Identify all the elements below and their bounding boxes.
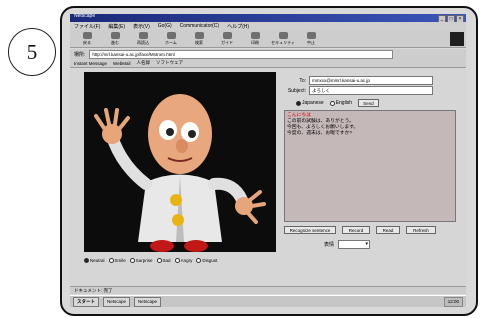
radio-dot-icon bbox=[84, 257, 89, 263]
menu-edit[interactable]: 編集(E) bbox=[108, 23, 125, 30]
forward-icon bbox=[110, 31, 120, 39]
expression-radio-group: Neutral Smile Surprise Sad Angry Disgust bbox=[84, 256, 284, 264]
face-animation-panel bbox=[84, 72, 276, 252]
to-label: To: bbox=[299, 77, 306, 84]
message-textarea[interactable]: こんにちは この前の試験は、ありがとう。 今回も、よろしくお願いします。 今度の… bbox=[284, 110, 456, 222]
guide-icon bbox=[222, 31, 232, 39]
to-row: To: mmxxx@mmrl.kansai-u.ac.jp bbox=[284, 76, 433, 85]
menu-view[interactable]: 表示(V) bbox=[133, 23, 150, 30]
window-titlebar: Netscape _ □ × bbox=[70, 13, 466, 23]
radio-angry[interactable]: Angry bbox=[174, 257, 192, 263]
recognize-sentence-button[interactable]: Recognize sentence bbox=[284, 226, 336, 234]
address-input[interactable]: http://mrl.kansai-u.ac.jp/face/Mstrom.ht… bbox=[89, 49, 394, 59]
link-software[interactable]: ソフトウェア bbox=[156, 60, 183, 66]
link-webmail[interactable]: WebMail bbox=[113, 61, 130, 66]
nav-toolbar: 戻る 進む 再読込 ホーム 検索 ガイド 印刷 セキュリティ 中止 bbox=[70, 30, 466, 48]
radio-dot-icon bbox=[329, 100, 335, 106]
home-button[interactable]: ホーム bbox=[164, 31, 178, 46]
radio-neutral[interactable]: Neutral bbox=[84, 257, 105, 263]
lock-icon bbox=[278, 31, 288, 39]
forward-button[interactable]: 進む bbox=[108, 31, 122, 46]
radio-japanese[interactable]: Japanese bbox=[296, 100, 324, 106]
screenshot-frame: Netscape _ □ × ファイル(F) 編集(E) 表示(V) Go(G)… bbox=[60, 6, 478, 316]
back-button[interactable]: 戻る bbox=[80, 31, 94, 46]
start-button[interactable]: スタート bbox=[73, 296, 99, 307]
search-button[interactable]: 検索 bbox=[192, 31, 206, 46]
security-button[interactable]: セキュリティ bbox=[271, 31, 295, 46]
step-number: 5 bbox=[8, 28, 56, 76]
radio-smile[interactable]: Smile bbox=[108, 257, 126, 263]
status-bar: ドキュメント: 完了 bbox=[70, 286, 466, 294]
expression-select[interactable]: ▾ bbox=[338, 240, 371, 249]
reload-icon bbox=[138, 31, 148, 39]
link-people[interactable]: 人名録 bbox=[136, 60, 150, 66]
print-icon bbox=[250, 31, 260, 39]
system-tray: 12:00 bbox=[443, 296, 463, 307]
message-line: 今度の、週末は、お暇ですか? bbox=[287, 131, 353, 136]
mail-form: To: mmxxx@mmrl.kansai-u.ac.jp Subject: よ… bbox=[284, 72, 456, 262]
browser-logo-icon bbox=[450, 32, 464, 46]
search-icon bbox=[194, 31, 204, 39]
task-netscape[interactable]: Netscape bbox=[103, 296, 131, 307]
radio-dot-icon bbox=[174, 257, 180, 263]
read-button[interactable]: Read bbox=[376, 226, 400, 234]
chevron-down-icon: ▾ bbox=[365, 241, 369, 247]
record-button[interactable]: Record bbox=[342, 226, 370, 234]
subject-label: Subject: bbox=[287, 87, 306, 94]
status-text: ドキュメント: 完了 bbox=[74, 287, 113, 293]
select-row: 表情 ▾ bbox=[324, 240, 371, 249]
radio-disgust[interactable]: Disgust bbox=[196, 257, 217, 263]
menu-file[interactable]: ファイル(F) bbox=[74, 23, 100, 30]
stop-button[interactable]: 中止 bbox=[304, 31, 318, 46]
radio-english[interactable]: English bbox=[329, 100, 352, 106]
reload-button[interactable]: 再読込 bbox=[136, 31, 150, 46]
action-buttons: Recognize sentence Record Read Refresh bbox=[284, 226, 436, 234]
radio-dot-icon bbox=[108, 257, 114, 263]
address-bar: 場所: http://mrl.kansai-u.ac.jp/face/Mstro… bbox=[70, 49, 466, 59]
language-row: Japanese English Send bbox=[296, 99, 379, 107]
back-icon bbox=[82, 31, 92, 39]
address-label: 場所: bbox=[74, 51, 86, 58]
guide-button[interactable]: ガイド bbox=[220, 31, 234, 46]
radio-surprise[interactable]: Surprise bbox=[129, 257, 153, 263]
taskbar: スタート Netscape Netscape 12:00 bbox=[70, 295, 466, 307]
personal-toolbar: Instant Message WebMail 人名録 ソフトウェア bbox=[70, 59, 466, 68]
task-netscape[interactable]: Netscape bbox=[134, 296, 162, 307]
menu-help[interactable]: ヘルプ(H) bbox=[227, 23, 249, 30]
select-label: 表情 bbox=[324, 242, 335, 248]
radio-sad[interactable]: Sad bbox=[156, 257, 171, 263]
home-icon bbox=[166, 31, 176, 39]
radio-dot-icon bbox=[296, 100, 301, 106]
send-button[interactable]: Send bbox=[358, 99, 379, 107]
menu-bar: ファイル(F) 編集(E) 表示(V) Go(G) Communicator(C… bbox=[70, 22, 466, 30]
menu-communicator[interactable]: Communicator(C) bbox=[180, 23, 219, 29]
stop-icon bbox=[306, 31, 316, 39]
subject-input[interactable]: よろしく bbox=[309, 86, 433, 95]
print-button[interactable]: 印刷 bbox=[248, 31, 262, 46]
menu-go[interactable]: Go(G) bbox=[158, 23, 172, 29]
radio-dot-icon bbox=[196, 257, 202, 263]
window-title: Netscape bbox=[74, 13, 96, 19]
cartoon-character bbox=[84, 72, 276, 252]
to-input[interactable]: mmxxx@mmrl.kansai-u.ac.jp bbox=[309, 76, 433, 85]
subject-row: Subject: よろしく bbox=[284, 86, 433, 95]
link-instant-message[interactable]: Instant Message bbox=[74, 61, 107, 66]
refresh-button[interactable]: Refresh bbox=[406, 226, 436, 234]
radio-dot-icon bbox=[129, 257, 135, 263]
radio-dot-icon bbox=[156, 257, 162, 263]
